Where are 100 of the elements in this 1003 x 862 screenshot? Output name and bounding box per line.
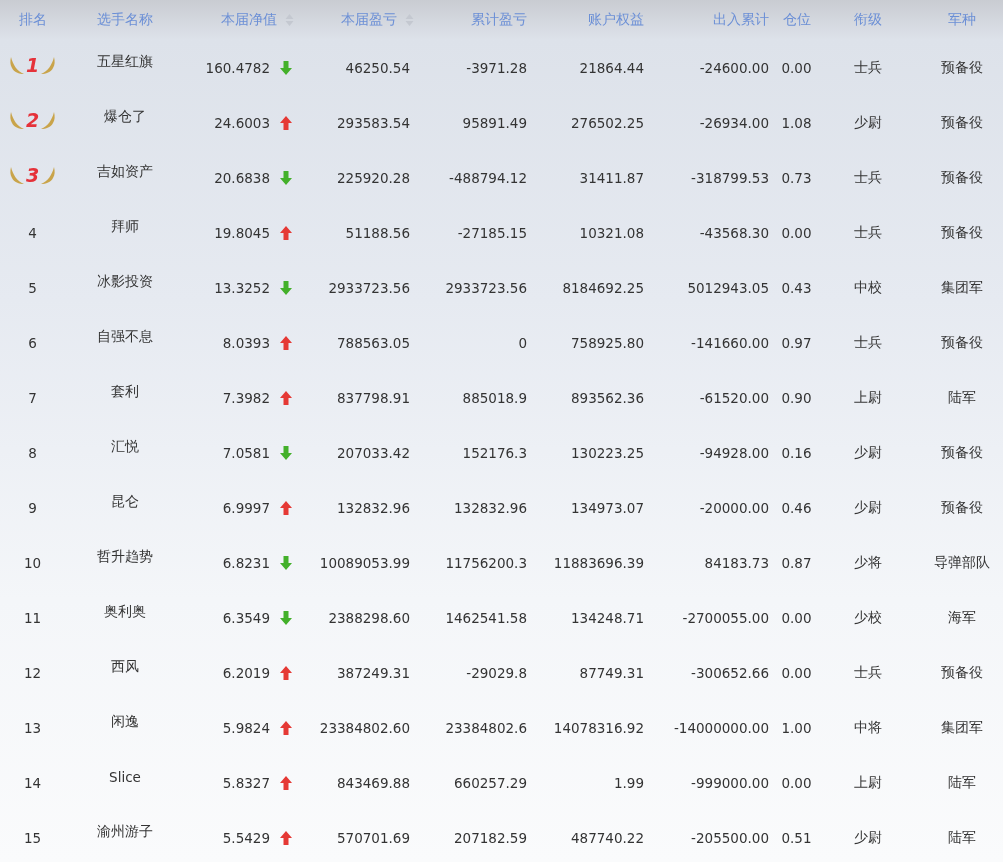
net-value: 8.0393: [222, 334, 270, 351]
net-value: 7.0581: [222, 444, 270, 461]
column-header: 仓位: [782, 11, 811, 29]
table-cell: -43568.30: [699, 224, 769, 241]
player-name: 闲逸: [111, 712, 139, 731]
table-cell: 预备役: [940, 498, 983, 517]
table-cell: 134973.07: [571, 499, 644, 516]
column-header: 军种: [947, 11, 976, 29]
rank-number: 7: [28, 389, 37, 406]
net-value: 160.4782: [205, 59, 270, 76]
table-cell: 预备役: [940, 168, 983, 187]
table-cell: 导弹部队: [933, 553, 990, 572]
player-name: 昆仑: [111, 492, 139, 511]
table-cell: 2388298.60: [328, 609, 410, 626]
rank-number: 9: [28, 499, 37, 516]
table-cell: 225920.28: [337, 169, 410, 186]
table-cell: 0.16: [781, 444, 812, 461]
table-cell: -3971.28: [466, 59, 527, 76]
table-cell: 207182.59: [454, 829, 527, 846]
rank-number: 13: [23, 719, 42, 736]
table-cell: 84183.73: [704, 554, 769, 571]
table-cell: 132832.96: [337, 499, 410, 516]
table-cell: 8184692.25: [562, 279, 644, 296]
table-cell: 132832.96: [454, 499, 527, 516]
table-cell: -488794.12: [449, 169, 527, 186]
player-name: 冰影投资: [97, 272, 153, 291]
table-cell: 0.87: [781, 554, 812, 571]
net-value: 6.3549: [222, 609, 270, 626]
player-name: 套利: [111, 382, 139, 401]
player-name: 西风: [111, 657, 139, 676]
rank-number: 14: [23, 774, 42, 791]
table-cell: 276502.25: [571, 114, 644, 131]
player-name: 哲升趋势: [97, 547, 153, 566]
table-cell: 1.08: [781, 114, 812, 131]
table-cell: 中将: [853, 718, 882, 737]
table-cell: 130223.25: [571, 444, 644, 461]
table-cell: 23384802.60: [319, 719, 410, 736]
table-cell: 0.90: [781, 389, 812, 406]
table-cell: 陆军: [947, 828, 976, 847]
table-cell: 487740.22: [571, 829, 644, 846]
table-cell: 少将: [853, 553, 882, 572]
net-value: 5.9824: [222, 719, 270, 736]
rank-number: 15: [23, 829, 42, 846]
table-cell: 预备役: [940, 333, 983, 352]
table-cell: 758925.80: [571, 334, 644, 351]
table-cell: 士兵: [853, 333, 882, 352]
table-cell: -2700055.00: [682, 609, 769, 626]
table-cell: 14078316.92: [553, 719, 644, 736]
column-header: 衔级: [853, 11, 882, 29]
table-cell: 387249.31: [337, 664, 410, 681]
table-cell: 2933723.56: [445, 279, 527, 296]
net-value: 6.8231: [222, 554, 270, 571]
table-cell: 87749.31: [579, 664, 644, 681]
table-cell: 885018.9: [462, 389, 527, 406]
table-cell: 少校: [853, 608, 882, 627]
table-cell: 0.00: [781, 774, 812, 791]
table-cell: 10089053.99: [319, 554, 410, 571]
table-cell: 46250.54: [345, 59, 410, 76]
table-cell: 预备役: [940, 113, 983, 132]
rank-number: 8: [28, 444, 37, 461]
table-cell: 95891.49: [462, 114, 527, 131]
table-cell: 士兵: [853, 223, 882, 242]
table-cell: 0.00: [781, 59, 812, 76]
table-cell: -61520.00: [699, 389, 769, 406]
table-cell: 1462541.58: [445, 609, 527, 626]
player-name: 吉如资产: [97, 162, 153, 181]
table-cell: -29029.8: [466, 664, 527, 681]
column-header: 本届盈亏: [341, 11, 397, 29]
player-name: 汇悦: [111, 437, 139, 456]
net-value: 6.9997: [222, 499, 270, 516]
table-cell: 陆军: [947, 773, 976, 792]
table-cell: 10321.08: [579, 224, 644, 241]
rank-number: 2: [25, 108, 40, 131]
table-cell: 0.00: [781, 664, 812, 681]
table-cell: 0.00: [781, 224, 812, 241]
table-cell: 893562.36: [571, 389, 644, 406]
table-cell: 21864.44: [579, 59, 644, 76]
column-header: 出入累计: [713, 11, 769, 29]
rank-number: 1: [25, 53, 40, 76]
table-cell: 660257.29: [454, 774, 527, 791]
table-cell: 11756200.3: [445, 554, 527, 571]
table-cell: 11883696.39: [553, 554, 644, 571]
table-cell: 0.97: [781, 334, 812, 351]
table-cell: 1.99: [613, 774, 644, 791]
table-cell: -318799.53: [691, 169, 769, 186]
table-cell: 837798.91: [337, 389, 410, 406]
table-cell: 570701.69: [337, 829, 410, 846]
table-cell: 0.43: [781, 279, 812, 296]
table-cell: 207033.42: [337, 444, 410, 461]
table-cell: 0: [518, 334, 527, 351]
net-value: 20.6838: [214, 169, 270, 186]
column-header: 选手名称: [97, 11, 153, 29]
table-cell: 少尉: [853, 113, 882, 132]
rank-number: 10: [23, 554, 42, 571]
table-cell: 集团军: [940, 278, 983, 297]
table-cell: 134248.71: [571, 609, 644, 626]
table-cell: 士兵: [853, 663, 882, 682]
table-cell: 152176.3: [462, 444, 527, 461]
column-header: 本届净值: [221, 11, 277, 29]
rank-number: 4: [28, 224, 37, 241]
